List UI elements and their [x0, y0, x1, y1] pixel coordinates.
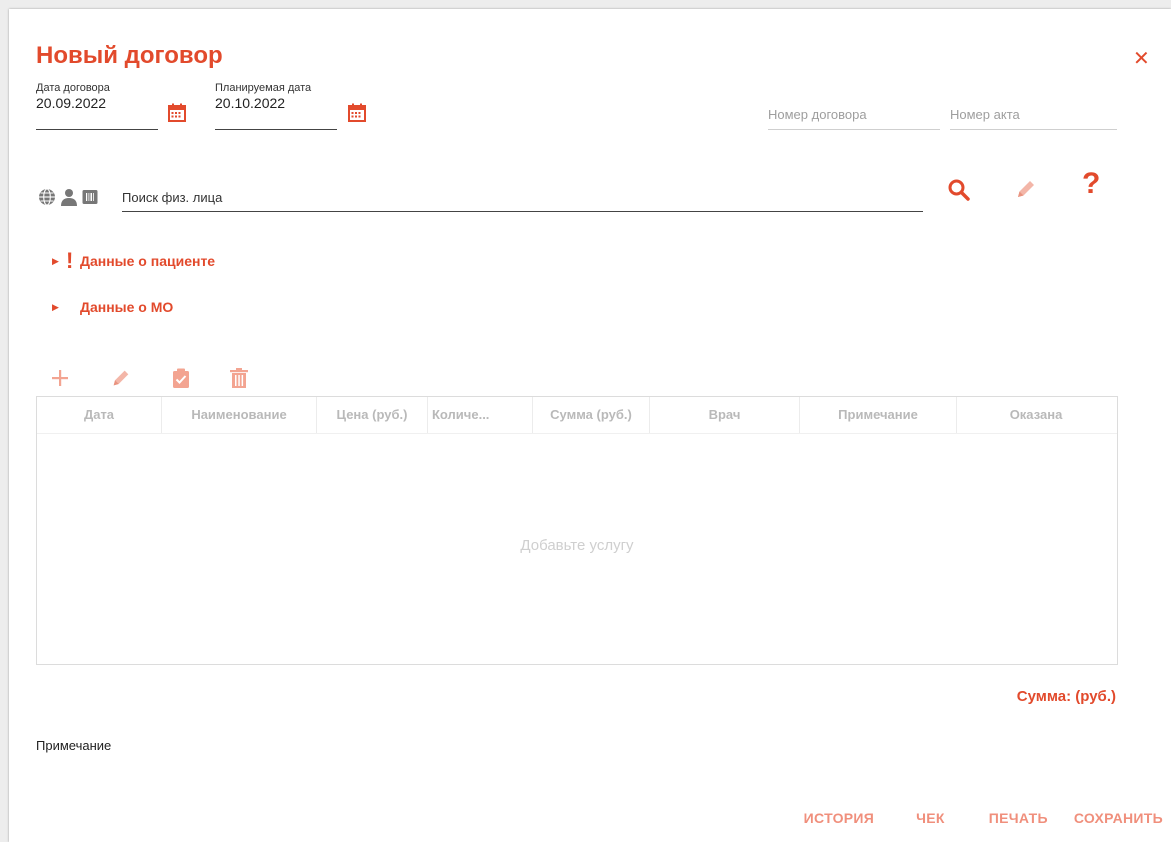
column-header-price[interactable]: Цена (руб.)	[317, 397, 428, 433]
globe-icon[interactable]	[38, 188, 56, 206]
expand-arrow-icon: ▶	[52, 301, 59, 312]
calendar-icon[interactable]	[167, 103, 187, 123]
contract-number-input[interactable]	[768, 107, 940, 122]
warning-icon: !	[66, 248, 74, 273]
card-icon[interactable]	[82, 189, 98, 205]
history-button[interactable]: ИСТОРИЯ	[804, 810, 874, 826]
act-number-input[interactable]	[950, 107, 1117, 122]
contract-date-label: Дата договора	[36, 82, 110, 94]
grid-header: Дата Наименование Цена (руб.) Количе... …	[37, 397, 1117, 434]
print-button[interactable]: ПЕЧАТЬ	[989, 810, 1048, 826]
new-contract-dialog: Новый договор ✕ Дата договора 20.09.2022…	[9, 9, 1171, 842]
column-header-name[interactable]: Наименование	[162, 397, 317, 433]
contract-number-field[interactable]	[768, 99, 940, 130]
person-search-input[interactable]	[122, 190, 923, 205]
column-header-date[interactable]: Дата	[37, 397, 162, 433]
check-button[interactable]: ЧЕК	[916, 810, 945, 826]
column-header-note[interactable]: Примечание	[800, 397, 957, 433]
save-button[interactable]: СОХРАНИТЬ	[1074, 810, 1163, 826]
calendar-icon[interactable]	[347, 103, 367, 123]
expand-arrow-icon: ▶	[52, 255, 59, 266]
planned-date-value[interactable]: 20.10.2022	[215, 95, 337, 111]
column-header-quantity[interactable]: Количе...	[428, 397, 533, 433]
person-search-field[interactable]	[122, 183, 923, 212]
contract-date-value[interactable]: 20.09.2022	[36, 95, 158, 111]
column-header-doctor[interactable]: Врач	[650, 397, 800, 433]
person-icon[interactable]	[60, 188, 78, 206]
plus-icon[interactable]	[50, 368, 70, 388]
search-icon[interactable]	[947, 178, 971, 202]
column-header-provided[interactable]: Оказана	[957, 397, 1115, 433]
services-grid: Дата Наименование Цена (руб.) Количе... …	[36, 396, 1118, 665]
services-toolbar	[50, 367, 248, 389]
total-sum: Сумма: (руб.)	[1016, 688, 1116, 705]
contract-date-field[interactable]: Дата договора 20.09.2022	[36, 82, 158, 130]
close-icon[interactable]: ✕	[1133, 49, 1150, 69]
grid-empty-text: Добавьте услугу	[520, 537, 634, 554]
trash-icon[interactable]	[230, 368, 248, 388]
mo-data-label: Данные о МО	[80, 299, 174, 315]
patient-data-section[interactable]: ▶ ! Данные о пациенте	[52, 248, 216, 273]
planned-date-field[interactable]: Планируемая дата 20.10.2022	[215, 82, 337, 130]
column-header-sum[interactable]: Сумма (руб.)	[533, 397, 650, 433]
patient-data-label: Данные о пациенте	[80, 253, 216, 269]
question-icon[interactable]: ?	[1082, 169, 1100, 199]
dialog-title: Новый договор	[36, 42, 223, 69]
note-label: Примечание	[36, 738, 112, 753]
planned-date-label: Планируемая дата	[215, 82, 312, 94]
clipboard-check-icon[interactable]	[172, 368, 190, 388]
footer-actions: ИСТОРИЯ ЧЕК ПЕЧАТЬ СОХРАНИТЬ	[804, 810, 1163, 826]
act-number-field[interactable]	[950, 99, 1117, 130]
mo-data-section[interactable]: ▶ Данные о МО	[52, 299, 173, 315]
pencil-icon[interactable]	[110, 367, 132, 389]
pencil-icon[interactable]	[1014, 177, 1038, 201]
